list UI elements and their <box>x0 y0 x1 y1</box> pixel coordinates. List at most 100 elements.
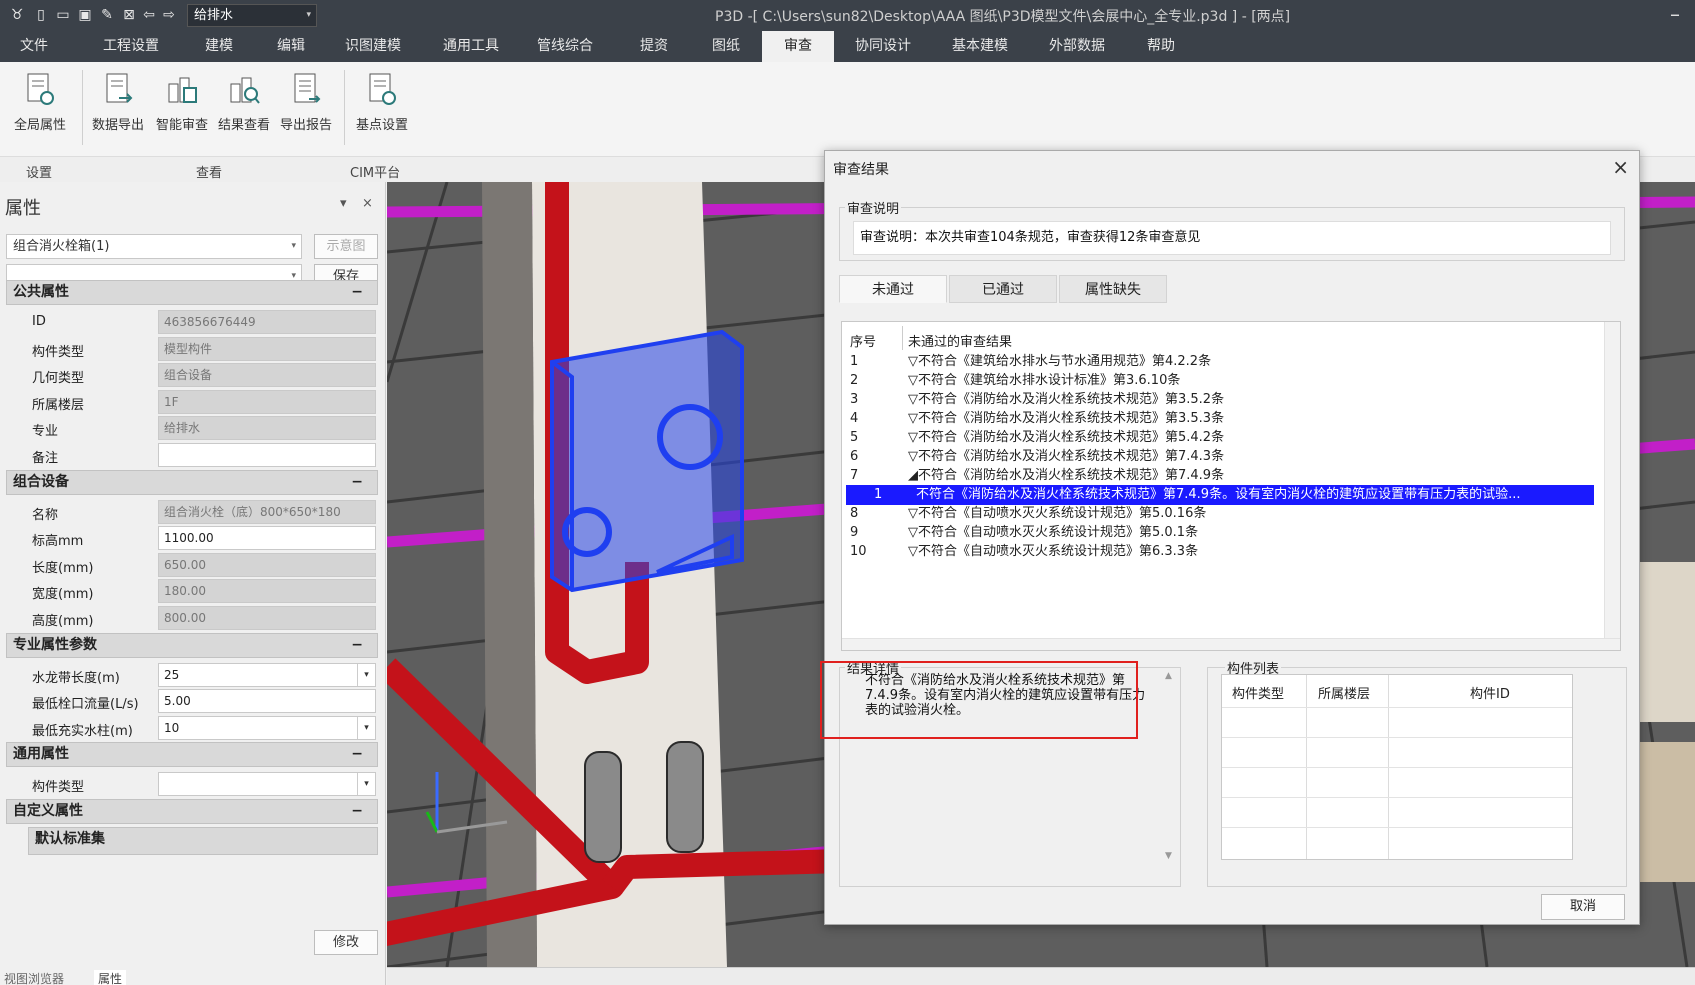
result-row[interactable]: 6 ▽不符合《消防给水及消火栓系统技术规范》第7.4.3条 <box>846 447 1594 467</box>
section-public-properties[interactable]: 公共属性 − <box>6 280 378 305</box>
result-row[interactable]: 1 ▽不符合《建筑给水排水与节水通用规范》第4.2.2条 <box>846 352 1594 372</box>
result-view-button[interactable]: 结果查看 <box>212 68 276 148</box>
save-icon[interactable]: ▣ <box>76 6 94 24</box>
menu-item[interactable]: 基本建模 <box>932 31 1028 62</box>
chevron-down-icon[interactable]: ▾ <box>357 773 375 796</box>
ribbon-separator <box>344 70 345 145</box>
cancel-button[interactable]: 取消 <box>1541 894 1625 920</box>
property-value: 463856676449 <box>158 310 376 334</box>
menu-item[interactable]: 提资 <box>618 31 690 62</box>
preview-button[interactable]: 示意图 <box>314 234 378 259</box>
property-value[interactable]: 25 ▾ <box>158 662 376 687</box>
property-value[interactable]: ▾ <box>158 772 376 797</box>
menu-item[interactable]: 建模 <box>184 31 254 62</box>
base-point-button[interactable]: 基点设置 <box>350 68 414 148</box>
minimize-icon[interactable]: – <box>1670 2 1680 26</box>
property-key: 名称 <box>32 507 59 523</box>
menu-item[interactable]: 管线综合 <box>514 31 616 62</box>
result-row[interactable]: 4 ▽不符合《消防给水及消火栓系统技术规范》第3.5.3条 <box>846 409 1594 429</box>
menu-item[interactable]: 帮助 <box>1126 31 1196 62</box>
section-label: 自定义属性 <box>13 803 83 819</box>
tab-passed[interactable]: 已通过 <box>949 275 1057 303</box>
smart-review-button[interactable]: 智能审查 <box>150 68 214 148</box>
default-standard-set[interactable]: 默认标准集 <box>28 827 378 855</box>
menu-item[interactable]: 外部数据 <box>1028 31 1126 62</box>
new-file-icon[interactable]: ▯ <box>32 6 50 24</box>
save-as-icon[interactable]: ✎ <box>98 6 116 24</box>
tab-failed[interactable]: 未通过 <box>839 275 947 303</box>
header-divider <box>902 326 903 350</box>
property-key: 专业 <box>32 424 59 440</box>
discipline-select[interactable]: 给排水 ▾ <box>187 4 317 27</box>
property-value: 1F <box>158 389 376 414</box>
global-props-button[interactable]: 全局属性 <box>8 68 72 148</box>
property-value[interactable]: 1100.00 <box>158 526 376 551</box>
chevron-down-icon[interactable]: ▾ <box>357 716 375 739</box>
property-value[interactable] <box>158 443 376 467</box>
result-view-icon <box>230 77 260 104</box>
menu-item[interactable]: 文件 <box>0 31 68 62</box>
property-row: 专业 给排水 <box>28 414 378 442</box>
highlight-box <box>820 661 1138 739</box>
menu-item[interactable]: 审查 <box>762 31 834 62</box>
col-header-type: 构件类型 <box>1232 687 1285 702</box>
col-header-component-id: 构件ID <box>1470 687 1510 702</box>
section-professional-params[interactable]: 专业属性参数 − <box>6 632 378 658</box>
export-icon[interactable]: ⊠ <box>120 6 138 24</box>
menu-item[interactable]: 协同设计 <box>834 31 932 62</box>
result-row[interactable]: 8 ▽不符合《自动喷水灭火系统设计规范》第5.0.16条 <box>846 504 1594 524</box>
col-header-index: 序号 <box>850 335 877 350</box>
component-table[interactable]: 构件类型 所属楼层 构件ID <box>1221 674 1573 860</box>
panel-close-icon[interactable]: × <box>362 196 373 211</box>
property-row: 最低栓口流量(L/s) 5.00 <box>28 687 378 715</box>
menu-item[interactable]: 通用工具 <box>428 31 514 62</box>
menu-item[interactable]: 工程设置 <box>80 31 182 62</box>
result-row[interactable]: 3 ▽不符合《消防给水及消火栓系统技术规范》第3.5.2条 <box>846 390 1594 410</box>
collapse-icon[interactable]: − <box>351 634 363 657</box>
result-row[interactable]: 7 ◢不符合《消防给水及消火栓系统技术规范》第7.4.9条 <box>846 466 1594 486</box>
modify-button[interactable]: 修改 <box>314 930 378 955</box>
tab-missing-attributes[interactable]: 属性缺失 <box>1059 275 1167 303</box>
result-row-selected[interactable]: 1 不符合《消防给水及消火栓系统技术规范》第7.4.9条。设有室内消火栓的建筑应设… <box>846 485 1594 505</box>
chevron-down-icon[interactable]: ▾ <box>357 663 375 686</box>
list-horizontal-scrollbar[interactable] <box>842 638 1620 650</box>
hydrant-cabinet[interactable] <box>550 329 744 593</box>
panel-pin-icon[interactable]: ▾ <box>340 196 347 211</box>
property-value[interactable]: 10 ▾ <box>158 715 376 740</box>
result-row[interactable]: 5 ▽不符合《消防给水及消火栓系统技术规范》第5.4.2条 <box>846 428 1594 448</box>
undo-icon[interactable]: ⇦ <box>140 6 158 24</box>
section-combined-equipment[interactable]: 组合设备 − <box>6 469 378 495</box>
menu-item[interactable]: 图纸 <box>690 31 762 62</box>
export-report-button[interactable]: 导出报告 <box>274 68 338 148</box>
failed-results-list[interactable]: 序号 未通过的审查结果 1 ▽不符合《建筑给水排水与节水通用规范》第4.2.2条 2… <box>841 321 1621 651</box>
review-description-legend: 审查说明 <box>845 198 902 217</box>
scroll-up-icon[interactable]: ▲ <box>1165 671 1172 681</box>
data-export-button[interactable]: 数据导出 <box>86 68 150 148</box>
result-row[interactable]: 9 ▽不符合《自动喷水灭火系统设计规范》第5.0.1条 <box>846 523 1594 543</box>
result-row[interactable]: 10 ▽不符合《自动喷水灭火系统设计规范》第6.3.3条 <box>846 542 1594 562</box>
collapse-icon[interactable]: − <box>351 743 363 766</box>
collapse-icon[interactable]: − <box>351 281 363 304</box>
menu-item[interactable]: 识图建模 <box>326 31 420 62</box>
scroll-down-icon[interactable]: ▼ <box>1165 851 1172 861</box>
menu-item[interactable]: 编辑 <box>256 31 326 62</box>
result-index: 3 <box>850 392 859 407</box>
row-divider <box>1222 737 1572 738</box>
tab-properties[interactable]: 属性 <box>94 970 127 985</box>
panel-title: 属性 <box>5 198 41 219</box>
close-icon[interactable]: × <box>1612 155 1629 179</box>
collapse-icon[interactable]: − <box>351 800 363 823</box>
open-file-icon[interactable]: ▭ <box>54 6 72 24</box>
component-select-value: 组合消火栓箱(1) <box>13 239 110 254</box>
property-value[interactable]: 5.00 <box>158 689 376 714</box>
result-index: 2 <box>850 373 859 388</box>
collapse-icon[interactable]: − <box>351 471 363 494</box>
section-custom-properties[interactable]: 自定义属性 − <box>6 799 378 824</box>
result-row[interactable]: 2 ▽不符合《建筑给水排水设计标准》第3.6.10条 <box>846 371 1594 391</box>
tab-view-browser[interactable]: 视图浏览器 <box>4 970 64 985</box>
list-vertical-scrollbar[interactable] <box>1604 322 1620 650</box>
component-select[interactable]: 组合消火栓箱(1) ▾ <box>6 234 302 259</box>
section-general-properties[interactable]: 通用属性 − <box>6 742 378 768</box>
redo-icon[interactable]: ⇨ <box>160 6 178 24</box>
result-index: 7 <box>850 468 859 483</box>
